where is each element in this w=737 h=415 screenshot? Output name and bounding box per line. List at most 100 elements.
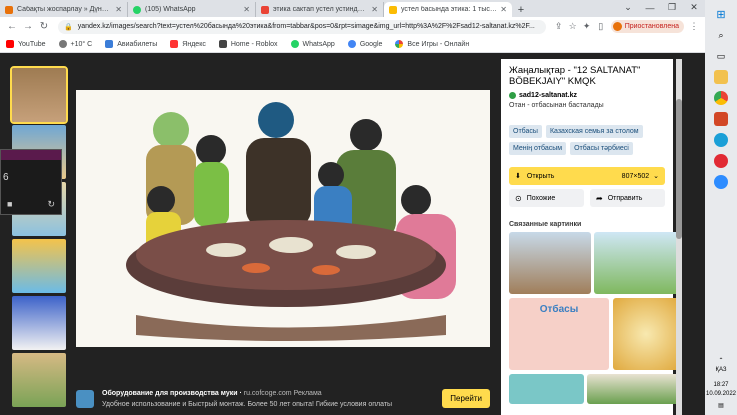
chevron-down-icon[interactable]: ⌄ xyxy=(617,2,639,13)
chrome-icon[interactable] xyxy=(714,91,728,105)
browser-tab-active[interactable]: устел басында этика: 1 тыс изобр✕ xyxy=(384,2,512,17)
browser-tab[interactable]: (105) WhatsApp ✕ xyxy=(128,2,256,17)
bookmark-item[interactable]: WhatsApp xyxy=(290,40,335,48)
similar-button[interactable]: ⊙ Похожие xyxy=(509,189,584,207)
browser-tab[interactable]: Сабақты жоспарлау » Дүние жүзі✕ xyxy=(0,2,128,17)
thumbnail[interactable] xyxy=(12,296,66,350)
task-view-icon[interactable]: ▭ xyxy=(714,49,728,63)
send-button[interactable]: ➦ Отправить xyxy=(590,189,665,207)
tab-strip: Сабақты жоспарлау » Дүние жүзі✕ (105) Wh… xyxy=(0,0,705,17)
related-image[interactable]: Отбасы xyxy=(509,298,609,370)
reload-button[interactable]: ↻ xyxy=(36,21,52,32)
whatsapp-icon xyxy=(290,40,299,48)
bookmark-item[interactable]: Google xyxy=(347,40,382,48)
bookmark-item[interactable]: Home - Roblox xyxy=(218,40,278,48)
family-at-table-illustration xyxy=(76,90,490,347)
panel-title[interactable]: Жаңалықтар - "12 SALTANAT" BÖBEKJAIY" KM… xyxy=(509,65,665,87)
address-bar-row: ← → ↻ 🔒 yandex.kz/images/search?text=усте… xyxy=(0,17,705,36)
related-image[interactable] xyxy=(587,374,679,404)
tab-favicon xyxy=(133,5,141,14)
share-icon[interactable]: ⇪ xyxy=(552,21,566,32)
bookmark-label: Яндекс xyxy=(182,40,206,48)
bookmark-item[interactable]: +10° С xyxy=(58,40,92,48)
forward-button[interactable]: → xyxy=(20,21,36,32)
tab-title: этика сактап устел устиндеги жү xyxy=(273,6,369,13)
windows-start-icon[interactable]: ⊞ xyxy=(714,7,728,21)
related-image[interactable] xyxy=(509,232,591,294)
clock-date[interactable]: 10.09.2022 xyxy=(705,390,737,399)
thumbnail[interactable] xyxy=(12,353,66,407)
star-icon[interactable]: ☆ xyxy=(566,21,580,32)
scrollbar-thumb[interactable] xyxy=(676,99,682,239)
main-image[interactable] xyxy=(76,90,490,347)
edge-icon[interactable] xyxy=(714,133,728,147)
plane-icon xyxy=(105,40,114,48)
bookmark-label: Авиабилеты xyxy=(117,40,158,48)
close-window-button[interactable]: ✕ xyxy=(683,2,705,13)
extensions-icon[interactable]: ✦ xyxy=(580,21,594,32)
ad-go-button[interactable]: Перейти xyxy=(442,389,490,408)
notification-icon[interactable]: ▤ xyxy=(705,402,737,411)
close-icon[interactable]: ✕ xyxy=(243,5,250,14)
tag-chip[interactable]: Казахская семья за столом xyxy=(545,125,643,138)
new-tab-button[interactable]: + xyxy=(512,2,530,17)
share-icon[interactable]: ↻ xyxy=(47,199,55,210)
menu-icon[interactable]: ⋮ xyxy=(687,21,701,32)
bookmark-item[interactable]: Яндекс xyxy=(170,40,206,48)
back-button[interactable]: ← xyxy=(4,21,20,32)
ad-text: Оборудование для производства муки · ru.… xyxy=(102,388,436,410)
ad-description: Удобное использование и Быстрый монтаж. … xyxy=(102,400,393,408)
ad-domain: ru.cofcoge.com xyxy=(243,389,292,397)
bookmark-label: YouTube xyxy=(18,40,46,48)
camera-icon[interactable]: ■ xyxy=(7,199,12,210)
open-button[interactable]: ⬇ Открыть 807×502 ⌄ xyxy=(509,167,665,185)
bookmark-item[interactable]: Авиабилеты xyxy=(105,40,157,48)
yandex-icon xyxy=(170,40,179,48)
lock-icon[interactable]: 🔒 xyxy=(64,23,73,31)
bookmark-label: WhatsApp xyxy=(302,40,335,48)
related-image[interactable] xyxy=(594,232,679,294)
bookmark-label: Все Игры - Онлайн xyxy=(407,40,470,48)
panel-site[interactable]: sad12-saltanat.kz xyxy=(509,92,665,99)
floating-video-window[interactable]: 6 ■ ↻ xyxy=(0,149,62,215)
browser-tab[interactable]: этика сактап устел устиндеги жү ✕ xyxy=(256,2,384,17)
tag-chip[interactable]: Отбасы тәрбиесі xyxy=(570,142,633,155)
chevron-up-icon[interactable]: ⌃ xyxy=(705,357,737,366)
weather-icon xyxy=(58,40,67,48)
related-image[interactable] xyxy=(613,298,679,370)
clock-time[interactable]: 18:27 xyxy=(705,381,737,390)
thumbnail-selected[interactable] xyxy=(10,66,68,124)
ad-banner[interactable]: Оборудование для производства муки · ru.… xyxy=(76,382,490,415)
sidebar-icon[interactable]: ▯ xyxy=(594,21,608,32)
close-icon[interactable]: ✕ xyxy=(115,5,122,14)
video-number: 6 xyxy=(3,172,9,183)
tab-title: устел басында этика: 1 тыс изобр xyxy=(401,6,497,13)
opera-icon[interactable] xyxy=(714,154,728,168)
bookmark-item[interactable]: YouTube xyxy=(6,40,46,48)
ad-logo xyxy=(76,389,94,408)
presentation-icon[interactable] xyxy=(714,112,728,126)
tag-chip[interactable]: Менің отбасым xyxy=(509,142,567,155)
thumbnail-strip xyxy=(10,66,68,410)
ad-title-row: Оборудование для производства муки · ru.… xyxy=(102,389,322,397)
close-icon[interactable]: ✕ xyxy=(500,5,507,14)
open-label: Открыть xyxy=(526,172,555,180)
tab-favicon xyxy=(389,5,397,14)
url-field[interactable]: 🔒 yandex.kz/images/search?text=устел%20ба… xyxy=(58,19,546,34)
close-icon[interactable]: ✕ xyxy=(371,5,378,14)
tab-favicon xyxy=(5,5,13,14)
language-indicator[interactable]: ҚАЗ xyxy=(705,366,737,375)
zoom-icon[interactable] xyxy=(714,175,728,189)
minimize-button[interactable]: — xyxy=(639,3,661,13)
bookmark-item[interactable]: Все Игры - Онлайн xyxy=(395,40,469,48)
file-explorer-icon[interactable] xyxy=(714,70,728,84)
tab-title: (105) WhatsApp xyxy=(145,6,196,13)
panel-scrollbar[interactable] xyxy=(676,59,682,415)
chevron-down-icon[interactable]: ⌄ xyxy=(653,172,659,180)
related-image[interactable] xyxy=(509,374,584,404)
thumbnail[interactable] xyxy=(12,239,66,293)
profile-button[interactable]: Приостановлена xyxy=(610,20,684,33)
maximize-button[interactable]: ❐ xyxy=(661,2,683,13)
search-icon[interactable]: ⌕ xyxy=(714,28,728,42)
tag-chip[interactable]: Отбасы xyxy=(509,125,542,138)
